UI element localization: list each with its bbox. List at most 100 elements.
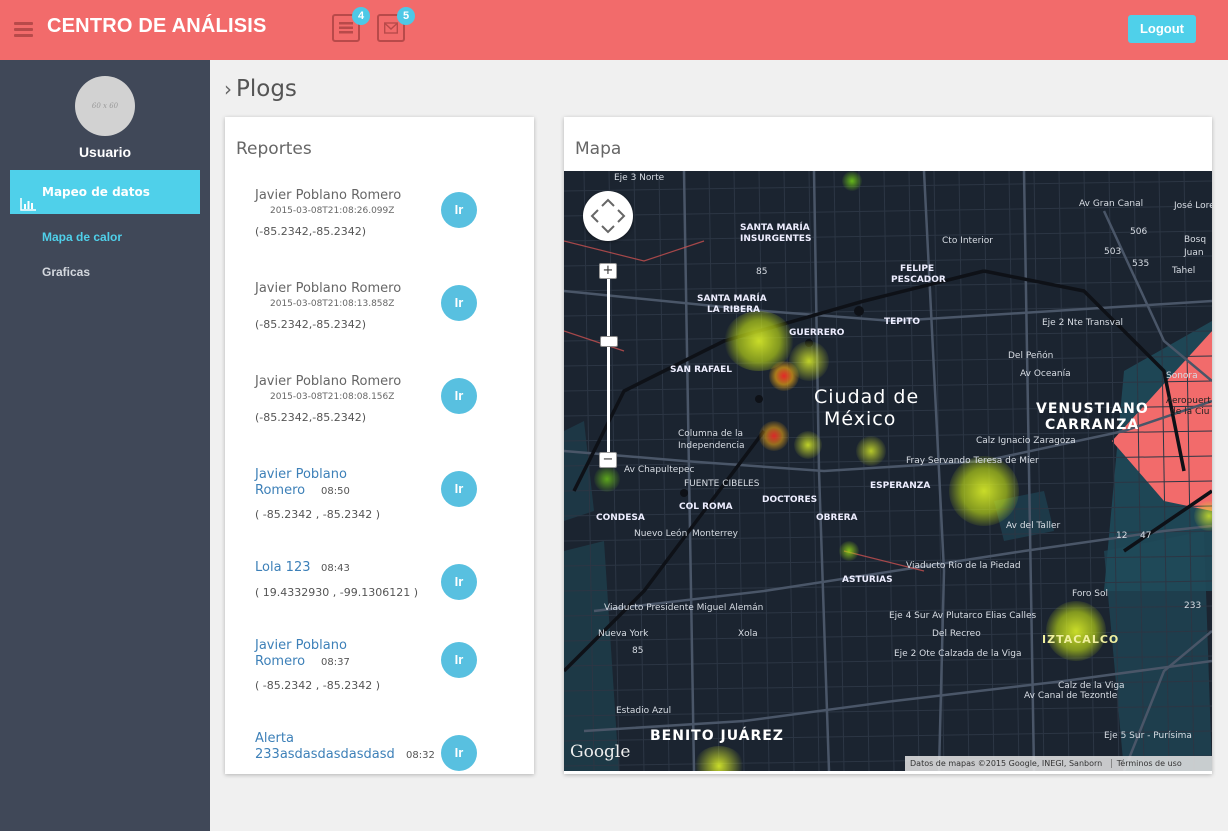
report-coords: ( -85.2342 , -85.2342 )	[255, 508, 380, 521]
map-label: 85	[632, 646, 644, 656]
map-label: Ciudad de	[814, 386, 920, 408]
sidebar: 60 x 60 Usuario Mapeo de datos Mapa de c…	[0, 60, 210, 831]
google-logo: Google	[570, 742, 631, 762]
report-name-line2[interactable]: Romero	[255, 483, 305, 498]
list-item: Alerta 233asdasdasdasdasd 08:32 Ir	[225, 719, 534, 774]
map-label: ESPERANZA	[870, 481, 931, 491]
map-label: ASTURIAS	[842, 575, 893, 585]
map-label: Cto Interior	[942, 236, 994, 246]
mail-badge: 5	[397, 7, 415, 25]
terms-link[interactable]: Términos de uso	[1110, 759, 1182, 768]
report-name[interactable]: Javier Poblano	[255, 638, 347, 653]
map-label: 12	[1116, 531, 1128, 541]
map-label: Eje 3 Norte	[614, 173, 665, 183]
map-label: Aeropuert	[1166, 396, 1211, 406]
pan-control[interactable]	[583, 191, 633, 241]
report-coords: ( -85.2342 , -85.2342 )	[255, 679, 380, 692]
zoom-slider-thumb[interactable]	[600, 336, 618, 347]
map-label: Calz Ignacio Zaragoza	[976, 436, 1076, 446]
map-label: 85	[756, 267, 768, 277]
report-coords: (-85.2342,-85.2342)	[255, 411, 366, 424]
report-name[interactable]: Lola 123	[255, 560, 311, 575]
ir-button[interactable]: Ir	[441, 642, 477, 678]
map-label: Sonora	[1166, 371, 1198, 381]
sidebar-subitem-graficas[interactable]: Graficas	[42, 265, 90, 279]
hamburger-menu-icon[interactable]	[14, 22, 33, 37]
map-label: VENUSTIANO	[1036, 401, 1149, 417]
map-card: Mapa Eje 3 Norte SANTA MARÍA INSURGENTES…	[564, 117, 1212, 774]
sidebar-subitem-mapa-de-calor[interactable]: Mapa de calor	[42, 230, 122, 244]
mail-icon[interactable]: 5	[377, 7, 415, 42]
heat-spot	[594, 466, 620, 492]
report-name-line2[interactable]: 233asdasdasdasdasd	[255, 747, 395, 762]
ir-button[interactable]: Ir	[441, 192, 477, 228]
list-item: Javier Poblano Romero 2015-03-08T21:08:2…	[225, 176, 534, 269]
list-item: Javier Poblano Romero 08:37 ( -85.2342 ,…	[225, 626, 534, 719]
map-label: Eje 5 Sur - Purísima	[1104, 731, 1192, 741]
report-date: 2015-03-08T21:08:26.099Z	[270, 206, 395, 216]
report-name[interactable]: Javier Poblano	[255, 467, 347, 482]
map-label: Nuevo León	[634, 529, 688, 539]
map-label: OBRERA	[816, 513, 858, 523]
report-time: 08:32	[406, 750, 435, 761]
report-date: 2015-03-08T21:08:13.858Z	[270, 299, 395, 309]
report-name[interactable]: Alerta	[255, 731, 294, 746]
map-label: Calz de la Viga	[1058, 681, 1125, 691]
map-label: Del Recreo	[932, 629, 981, 639]
report-date: 2015-03-08T21:08:08.156Z	[270, 392, 395, 402]
map-label: Juan	[1184, 248, 1204, 258]
map-label: Eje 2 Nte Transval	[1042, 318, 1123, 328]
reports-card: Reportes Javier Poblano Romero 2015-03-0…	[225, 117, 534, 774]
ir-button[interactable]: Ir	[441, 735, 477, 771]
report-coords: (-85.2342,-85.2342)	[255, 225, 366, 238]
heat-spot	[789, 341, 829, 381]
ir-button[interactable]: Ir	[441, 471, 477, 507]
map-label: Eje 4 Sur Av Plutarco Elias Calles	[889, 611, 1037, 621]
map-label: IZTACALCO	[1042, 633, 1120, 646]
map-label: Av del Taller	[1006, 521, 1061, 531]
map-label: México	[824, 408, 897, 430]
top-bar: CENTRO DE ANÁLISIS 4 5 Logout	[0, 0, 1228, 60]
map-label: Columna de la	[678, 429, 743, 439]
heat-spot	[1046, 601, 1106, 661]
heat-spot	[794, 431, 822, 459]
page-title: › Plogs	[224, 76, 297, 102]
map-label: BENITO JUÁREZ	[650, 728, 784, 744]
map-label: FUENTE CIBELES	[684, 479, 760, 489]
map-label: PESCADOR	[891, 275, 946, 285]
map-label: Xola	[738, 629, 758, 639]
map-attribution: Datos de mapas ©2015 Google, INEGI, Sanb…	[905, 756, 1212, 771]
map-label: Fray Servando Teresa de Mier	[906, 456, 1039, 466]
bar-chart-icon	[20, 185, 36, 229]
zoom-in-button[interactable]: +	[599, 263, 617, 279]
list-item: Javier Poblano Romero 2015-03-08T21:08:0…	[225, 362, 534, 455]
report-time: 08:50	[321, 486, 350, 497]
sidebar-item-mapeo-de-datos[interactable]: Mapeo de datos	[10, 170, 200, 214]
zoom-slider-track[interactable]	[607, 271, 610, 463]
logout-button[interactable]: Logout	[1128, 15, 1196, 43]
heat-map[interactable]: Eje 3 Norte SANTA MARÍA INSURGENTES FELI…	[564, 171, 1212, 771]
report-name-line2[interactable]: Romero	[255, 654, 305, 669]
brand-title: CENTRO DE ANÁLISIS	[47, 15, 267, 37]
map-label: CARRANZA	[1045, 417, 1140, 433]
ir-button[interactable]: Ir	[441, 378, 477, 414]
map-label: CONDESA	[596, 513, 645, 523]
map-label: Independencia	[678, 441, 745, 451]
heat-spot	[839, 541, 859, 561]
list-icon[interactable]: 4	[332, 7, 370, 42]
map-label: SANTA MARÍA	[740, 223, 810, 233]
map-label: de la Ciu	[1170, 407, 1210, 417]
map-label: FELIPE	[900, 264, 935, 274]
zoom-out-button[interactable]: −	[599, 452, 617, 468]
map-label: Av Chapultepec	[624, 465, 695, 475]
report-coords: (-85.2342,-85.2342)	[255, 318, 366, 331]
map-label: 535	[1132, 259, 1150, 269]
map-label: COL ROMA	[679, 502, 733, 512]
heat-spot	[949, 456, 1019, 526]
map-label: Viaducto Presidente Miguel Alemán	[604, 603, 764, 613]
ir-button[interactable]: Ir	[441, 564, 477, 600]
map-label: Monterrey	[692, 529, 738, 539]
map-label: Av Gran Canal	[1079, 199, 1144, 209]
ir-button[interactable]: Ir	[441, 285, 477, 321]
report-time: 08:37	[321, 657, 350, 668]
